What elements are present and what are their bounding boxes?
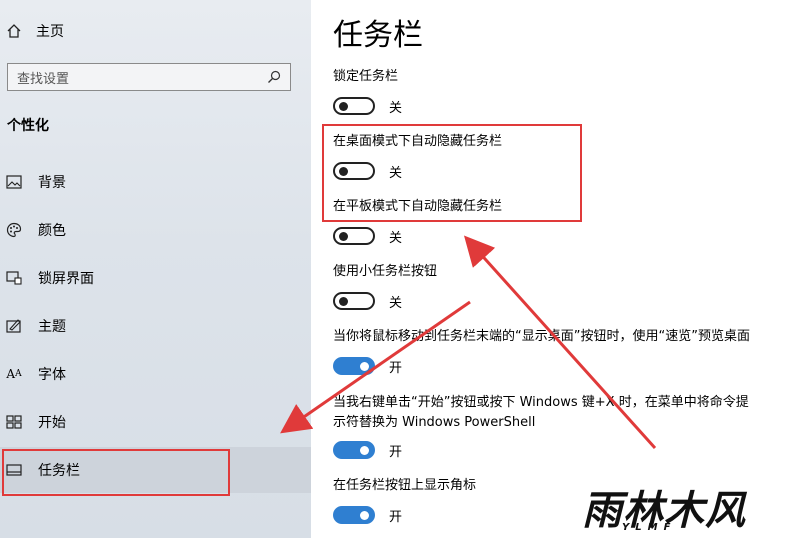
- watermark-sub: YLMF: [622, 522, 677, 533]
- arrow-to-taskbar: [280, 300, 471, 434]
- arrow-to-autohide: [463, 235, 657, 450]
- annotation-arrows: [280, 235, 657, 450]
- watermark-logo: 雨林木风 YLMF: [582, 478, 782, 536]
